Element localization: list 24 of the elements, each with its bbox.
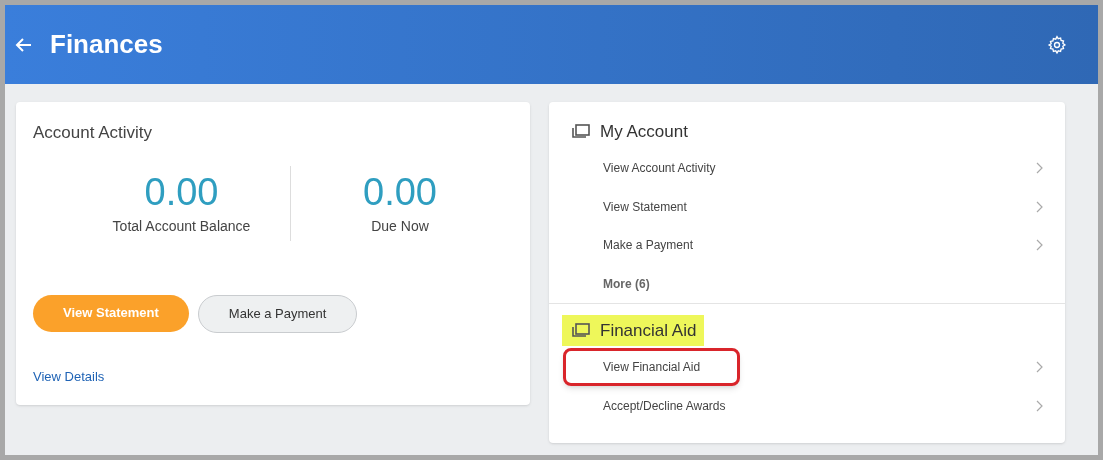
settings-icon[interactable] xyxy=(1047,34,1067,55)
menu-link[interactable]: View Financial Aid xyxy=(563,348,741,387)
stacked-windows-icon xyxy=(570,322,590,339)
metric-value: 0.00 xyxy=(144,169,219,214)
chevron-right-icon xyxy=(1036,162,1043,175)
section-title: Financial Aid xyxy=(600,319,697,342)
menu-link[interactable]: View Account Activity xyxy=(563,149,756,188)
menu-link[interactable]: Make a Payment xyxy=(563,226,734,265)
section-title: My Account xyxy=(600,120,688,143)
menu-link[interactable]: View Statement xyxy=(563,187,727,226)
chevron-right-icon xyxy=(1036,361,1043,374)
metric-value: 0.00 xyxy=(363,169,437,214)
menu-link[interactable]: Accept/Decline Awards xyxy=(563,386,766,425)
stacked-windows-icon xyxy=(570,123,590,140)
page-title: Finances xyxy=(50,28,163,61)
more-link[interactable]: More (6) xyxy=(563,264,690,303)
view-details-link[interactable]: View Details xyxy=(33,366,105,386)
metric-label: Total Account Balance xyxy=(112,216,251,236)
metric-label: Due Now xyxy=(371,216,429,236)
card-title: Account Activity xyxy=(33,122,154,144)
chevron-right-icon xyxy=(1036,399,1043,412)
chevron-right-icon xyxy=(1036,239,1043,252)
secondary-button[interactable]: Make a Payment xyxy=(197,294,358,333)
chevron-right-icon xyxy=(1036,200,1043,213)
